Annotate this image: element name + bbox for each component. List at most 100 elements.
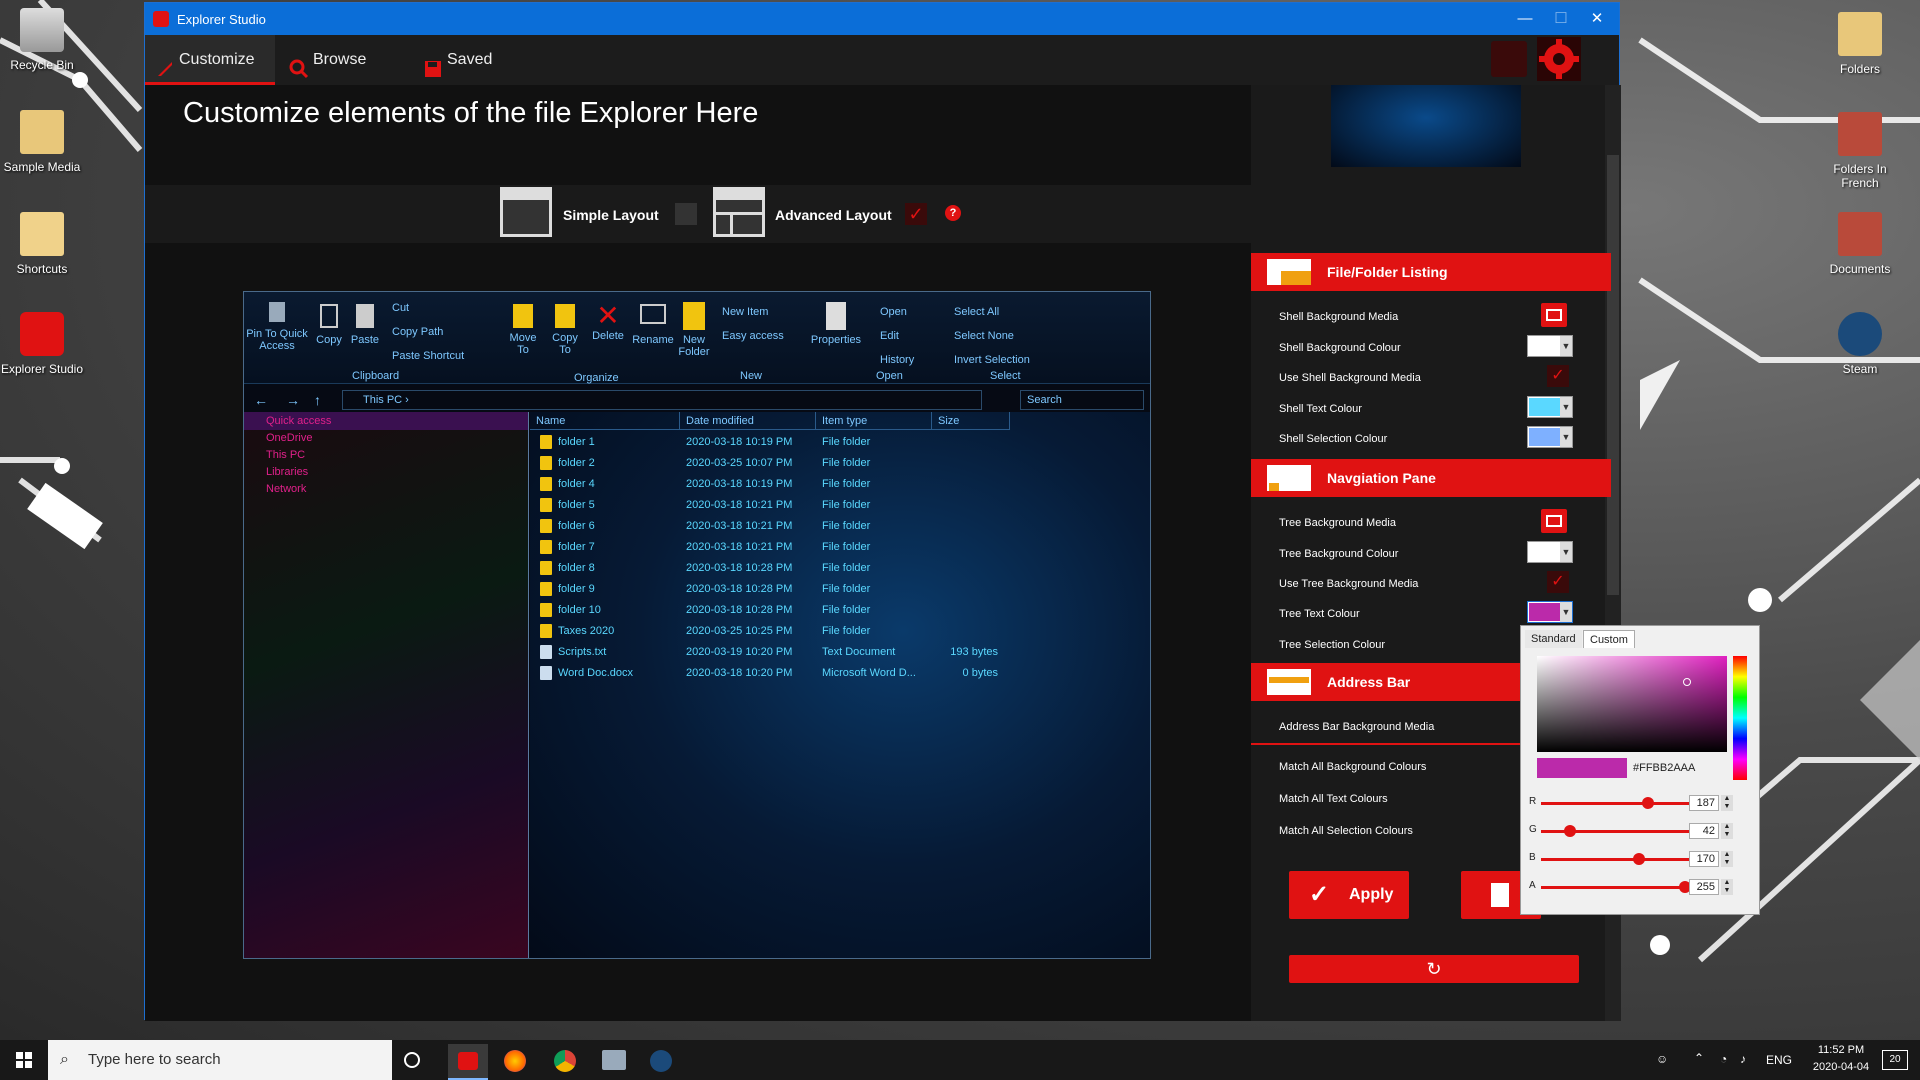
a-slider[interactable]: [1541, 881, 1691, 893]
file-row[interactable]: folder 10 2020-03-18 10:28 PM File folder: [530, 600, 1150, 621]
r-slider[interactable]: [1541, 797, 1691, 809]
easy-access-button[interactable]: Easy access: [722, 330, 784, 342]
advanced-layout-checkbox[interactable]: ✓: [905, 203, 927, 225]
desktop-icon-explorer-studio[interactable]: Explorer Studio: [0, 312, 84, 376]
rename-button[interactable]: Rename: [632, 304, 674, 346]
file-row[interactable]: folder 4 2020-03-18 10:19 PM File folder: [530, 474, 1150, 495]
file-row[interactable]: folder 9 2020-03-18 10:28 PM File folder: [530, 579, 1150, 600]
file-row[interactable]: folder 6 2020-03-18 10:21 PM File folder: [530, 516, 1150, 537]
tab-standard[interactable]: Standard: [1525, 630, 1582, 648]
minimize-button[interactable]: —: [1505, 7, 1545, 31]
edit-button[interactable]: Edit: [880, 330, 899, 342]
file-row[interactable]: folder 8 2020-03-18 10:28 PM File folder: [530, 558, 1150, 579]
r-value[interactable]: 187: [1689, 795, 1719, 811]
preview-search-box[interactable]: Search: [1020, 390, 1144, 410]
desktop-icon-recycle-bin[interactable]: Recycle Bin: [0, 8, 84, 72]
show-hidden-icons-icon[interactable]: ⌃: [1694, 1051, 1704, 1065]
people-icon[interactable]: ☺: [1656, 1052, 1668, 1066]
g-slider[interactable]: [1541, 825, 1691, 837]
a-spinner[interactable]: ▲ ▼: [1721, 879, 1733, 895]
tree-background-colour-picker[interactable]: ▼: [1527, 541, 1573, 563]
column-name[interactable]: Name: [530, 412, 680, 430]
g-spinner[interactable]: ▲ ▼: [1721, 823, 1733, 839]
title-bar[interactable]: Explorer Studio — ☐ ✕: [145, 3, 1619, 35]
apply-button[interactable]: ✓ Apply: [1289, 871, 1409, 919]
copy-to-button[interactable]: Copy To: [548, 304, 582, 356]
desktop-icon-sample-media[interactable]: Sample Media: [0, 110, 84, 174]
taskbar-explorer-studio-icon[interactable]: [448, 1044, 488, 1080]
r-slider-knob[interactable]: [1642, 797, 1654, 809]
tree-background-media-button[interactable]: [1541, 509, 1567, 533]
task-view-icon[interactable]: [404, 1052, 420, 1068]
match-all-selection-colours-button[interactable]: Match All Selection Colours: [1279, 825, 1413, 837]
language-indicator[interactable]: ENG: [1766, 1053, 1792, 1067]
b-spinner[interactable]: ▲ ▼: [1721, 851, 1733, 867]
advanced-layout-icon[interactable]: [713, 187, 765, 237]
tab-customize[interactable]: Customize: [145, 35, 275, 85]
up-arrow-icon[interactable]: ↑: [314, 392, 321, 408]
g-slider-knob[interactable]: [1564, 825, 1576, 837]
nav-item-network[interactable]: Network: [266, 483, 306, 495]
chrome-icon[interactable]: [554, 1050, 576, 1072]
section-navigation-pane[interactable]: Navgiation Pane: [1251, 459, 1611, 497]
tab-browse[interactable]: Browse: [279, 35, 409, 85]
shell-background-colour-picker[interactable]: ▼: [1527, 335, 1573, 357]
match-all-background-colours-button[interactable]: Match All Background Colours: [1279, 761, 1426, 773]
help-button[interactable]: ?: [945, 205, 961, 221]
nav-item-quick-access[interactable]: Quick access: [266, 415, 331, 427]
paste-button[interactable]: Paste: [350, 304, 380, 346]
tree-text-colour-picker[interactable]: ▼: [1527, 601, 1573, 623]
b-slider-knob[interactable]: [1633, 853, 1645, 865]
nav-item-libraries[interactable]: Libraries: [266, 466, 308, 478]
notification-center-icon[interactable]: 20: [1882, 1050, 1908, 1070]
nav-item-onedrive[interactable]: OneDrive: [266, 432, 312, 444]
history-button[interactable]: History: [880, 354, 914, 366]
file-row[interactable]: Word Doc.docx 2020-03-18 10:20 PM Microsof…: [530, 663, 1150, 684]
hex-value[interactable]: #FFBB2AAA: [1633, 762, 1695, 774]
new-item-button[interactable]: New Item: [722, 306, 768, 318]
reset-button[interactable]: ↻: [1289, 955, 1579, 983]
move-to-button[interactable]: Move To: [506, 304, 540, 356]
b-value[interactable]: 170: [1689, 851, 1719, 867]
copy-button[interactable]: Copy: [314, 304, 344, 346]
match-all-text-colours-button[interactable]: Match All Text Colours: [1279, 793, 1388, 805]
desktop-icon-folders[interactable]: Folders: [1818, 12, 1902, 76]
file-row[interactable]: folder 2 2020-03-25 10:07 PM File folder: [530, 453, 1150, 474]
network-icon[interactable]: ◔: [1720, 1052, 1727, 1066]
taskbar-search-box[interactable]: ⌕ Type here to search: [48, 1040, 392, 1080]
close-button[interactable]: ✕: [1577, 7, 1617, 31]
a-value[interactable]: 255: [1689, 879, 1719, 895]
address-bar[interactable]: This PC ›: [342, 390, 982, 410]
g-value[interactable]: 42: [1689, 823, 1719, 839]
section-file-folder-listing[interactable]: File/Folder Listing: [1251, 253, 1611, 291]
file-explorer-icon[interactable]: [602, 1050, 626, 1070]
clock-time[interactable]: 11:52 PM: [1806, 1044, 1876, 1056]
column-size[interactable]: Size: [932, 412, 1010, 430]
settings-gear-icon[interactable]: [1537, 37, 1581, 81]
desktop-icon-steam[interactable]: Steam: [1818, 312, 1902, 376]
shell-background-media-button[interactable]: [1541, 303, 1567, 327]
select-all-button[interactable]: Select All: [954, 306, 999, 318]
clock-date[interactable]: 2020-04-04: [1806, 1061, 1876, 1073]
switch-theme-icon[interactable]: [1491, 41, 1527, 77]
simple-layout-checkbox[interactable]: [675, 203, 697, 225]
new-folder-button[interactable]: New Folder: [676, 302, 712, 358]
steam-taskbar-icon[interactable]: [650, 1050, 672, 1072]
firefox-icon[interactable]: [504, 1050, 526, 1072]
use-shell-background-media-checkbox[interactable]: ✓: [1547, 365, 1569, 387]
colour-gradient-area[interactable]: [1537, 656, 1727, 752]
file-row[interactable]: folder 7 2020-03-18 10:21 PM File folder: [530, 537, 1150, 558]
r-spinner[interactable]: ▲ ▼: [1721, 795, 1733, 811]
file-row[interactable]: folder 1 2020-03-18 10:19 PM File folder: [530, 432, 1150, 453]
volume-icon[interactable]: ♪: [1740, 1052, 1746, 1066]
tab-custom[interactable]: Custom: [1583, 630, 1635, 648]
desktop-icon-documents[interactable]: Documents: [1818, 212, 1902, 276]
invert-selection-button[interactable]: Invert Selection: [954, 354, 1030, 366]
b-slider[interactable]: [1541, 853, 1691, 865]
desktop-icon-folders-in-french[interactable]: Folders In French: [1818, 112, 1902, 190]
use-tree-background-media-checkbox[interactable]: ✓: [1547, 571, 1569, 593]
pin-quick-access-button[interactable]: Pin To Quick Access: [244, 302, 310, 352]
cut-button[interactable]: Cut: [392, 302, 409, 314]
properties-button[interactable]: Properties: [810, 302, 862, 346]
scrollbar-thumb[interactable]: [1607, 155, 1619, 595]
